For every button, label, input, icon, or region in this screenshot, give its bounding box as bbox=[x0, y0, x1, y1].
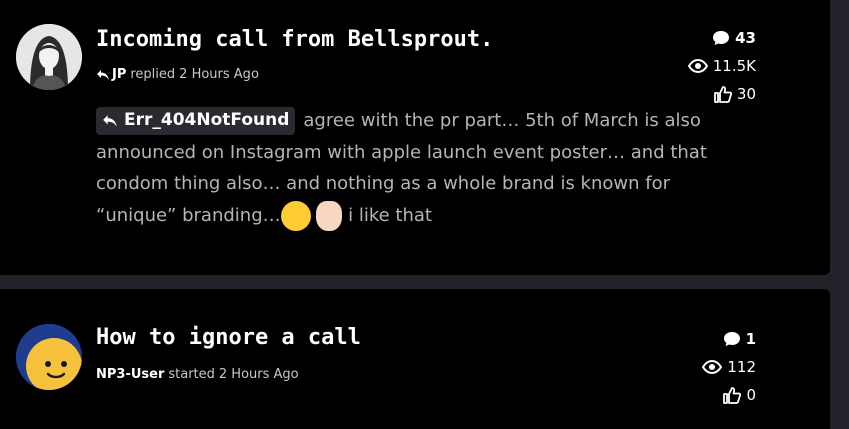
topic-card[interactable]: How to ignore a call NP3-User started 2 … bbox=[0, 289, 830, 429]
topic-card[interactable]: Incoming call from Bellsprout. JP replie… bbox=[0, 0, 830, 275]
views-stat: 112 bbox=[702, 353, 756, 381]
quote-user: Err_404NotFound bbox=[124, 110, 290, 131]
views-stat: 11.5K bbox=[687, 52, 756, 80]
excerpt-text-end: i like that bbox=[348, 204, 432, 226]
views-count: 11.5K bbox=[712, 57, 756, 75]
topic-stats: 43 11.5K 30 bbox=[687, 24, 756, 108]
replies-stat: 1 bbox=[702, 325, 756, 353]
topic-action: replied bbox=[130, 67, 176, 82]
topic-meta: NP3-User started 2 Hours Ago bbox=[96, 367, 299, 382]
reply-icon bbox=[103, 115, 117, 127]
topic-excerpt: Err_404NotFound agree with the pr part… … bbox=[96, 105, 708, 231]
comment-icon bbox=[713, 31, 730, 45]
eye-icon bbox=[687, 59, 708, 73]
topic-title[interactable]: Incoming call from Bellsprout. bbox=[96, 27, 493, 52]
tears-of-joy-emoji-icon bbox=[280, 200, 311, 231]
eye-icon bbox=[702, 360, 723, 374]
topic-user[interactable]: JP bbox=[112, 67, 126, 82]
quote-reply-chip[interactable]: Err_404NotFound bbox=[96, 107, 296, 135]
likes-stat: 0 bbox=[702, 381, 756, 409]
topic-title[interactable]: How to ignore a call bbox=[96, 325, 361, 350]
views-count: 112 bbox=[727, 358, 756, 376]
topic-action: started bbox=[168, 367, 215, 382]
replies-count: 1 bbox=[745, 330, 756, 348]
topic-meta: JP replied 2 Hours Ago bbox=[96, 67, 259, 82]
thumbs-up-icon bbox=[723, 386, 742, 404]
topic-stats: 1 112 0 bbox=[702, 325, 756, 409]
topic-time: 2 Hours Ago bbox=[179, 67, 259, 82]
topic-time: 2 Hours Ago bbox=[218, 367, 299, 382]
replies-stat: 43 bbox=[688, 24, 756, 52]
likes-count: 30 bbox=[736, 85, 756, 103]
likes-count: 0 bbox=[746, 386, 756, 404]
reply-icon bbox=[97, 69, 109, 80]
thumbs-up-icon bbox=[714, 85, 732, 103]
ok-hand-emoji-icon bbox=[316, 200, 343, 231]
avatar[interactable] bbox=[16, 324, 82, 390]
replies-count: 43 bbox=[735, 29, 756, 47]
comment-icon bbox=[723, 332, 740, 346]
topic-user[interactable]: NP3-User bbox=[96, 367, 164, 382]
avatar[interactable] bbox=[16, 24, 82, 90]
likes-stat: 30 bbox=[688, 80, 756, 108]
